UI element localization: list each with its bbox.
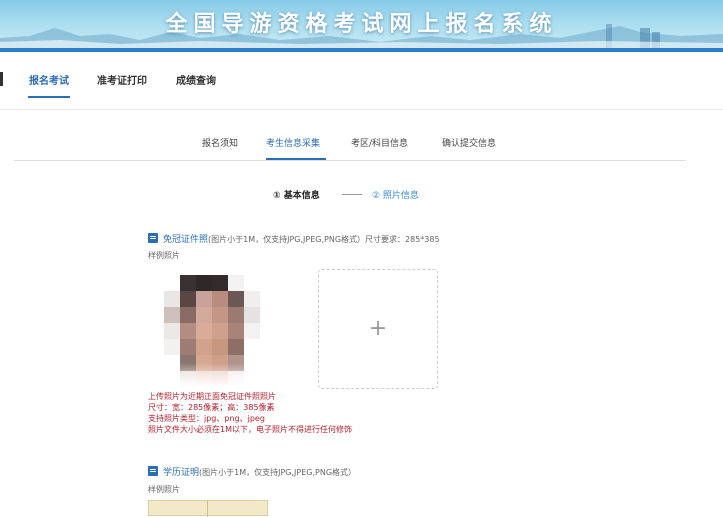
tab-active-underline xyxy=(266,158,326,160)
tab-exam-area-subject[interactable]: 考区/科目信息 xyxy=(351,136,408,149)
header-banner: 全国导游资格考试网上报名系统 xyxy=(0,0,723,48)
nav-edge-marker xyxy=(0,72,3,86)
step-connector xyxy=(342,194,362,195)
photo-section-hint: (图片小于1M，仅支持JPG,JPEG,PNG格式）尺寸要求：285*385 xyxy=(208,235,440,244)
photo-section-title: 免冠证件照 xyxy=(163,235,209,245)
photo-requirements: 上传照片为近期正面免冠证件照照片 尺寸：宽：285像素；高：385像素 支持照片… xyxy=(148,391,352,435)
nav-item-admission-ticket[interactable]: 准考证打印 xyxy=(97,72,147,87)
tab-confirm-submit[interactable]: 确认提交信息 xyxy=(442,136,496,149)
tab-registration-notice[interactable]: 报名须知 xyxy=(202,136,238,149)
photo-upload-box[interactable]: + xyxy=(318,269,438,389)
top-nav: 报名考试 准考证打印 成绩查询 xyxy=(0,52,723,110)
registration-tabs: 报名须知 考生信息采集 考区/科目信息 确认提交信息 xyxy=(14,128,686,161)
nav-item-score-query[interactable]: 成绩查询 xyxy=(176,72,216,87)
plus-icon: + xyxy=(368,316,388,341)
photo-sample-label: 样例照片 xyxy=(148,251,180,260)
document-icon xyxy=(148,466,158,476)
sample-id-photo xyxy=(134,267,278,397)
requirement-line: 照片文件大小必须在1M以下，电子照片不得进行任何修饰 xyxy=(148,425,352,434)
edu-section-header: 学历证明(图片小于1M，仅支持JPG,JPEG,PNG格式） xyxy=(148,465,356,478)
tab-candidate-info[interactable]: 考生信息采集 xyxy=(266,136,320,149)
photo-section-header: 免冠证件照(图片小于1M，仅支持JPG,JPEG,PNG格式）尺寸要求：285*… xyxy=(148,232,440,245)
step-indicator: ① 基本信息 ② 照片信息 xyxy=(0,188,723,204)
nav-item-register-exam[interactable]: 报名考试 xyxy=(29,72,69,87)
requirement-line: 上传照片为近期正面免冠证件照照片 xyxy=(148,392,276,401)
system-title: 全国导游资格考试网上报名系统 xyxy=(165,12,558,37)
step-basic-info: ① 基本信息 xyxy=(273,191,320,201)
step-photo-info: ② 照片信息 xyxy=(372,191,419,201)
nav-active-underline xyxy=(28,96,70,98)
edu-section-hint: (图片小于1M，仅支持JPG,JPEG,PNG格式） xyxy=(199,468,357,477)
document-icon xyxy=(148,233,158,243)
requirement-line: 尺寸：宽：285像素；高：385像素 xyxy=(148,403,275,412)
edu-sample-label: 样例照片 xyxy=(148,485,180,494)
requirement-line: 支持照片类型：jpg、png、jpeg xyxy=(148,414,265,423)
sample-diploma-image xyxy=(148,500,268,517)
edu-section-title: 学历证明 xyxy=(163,468,200,478)
